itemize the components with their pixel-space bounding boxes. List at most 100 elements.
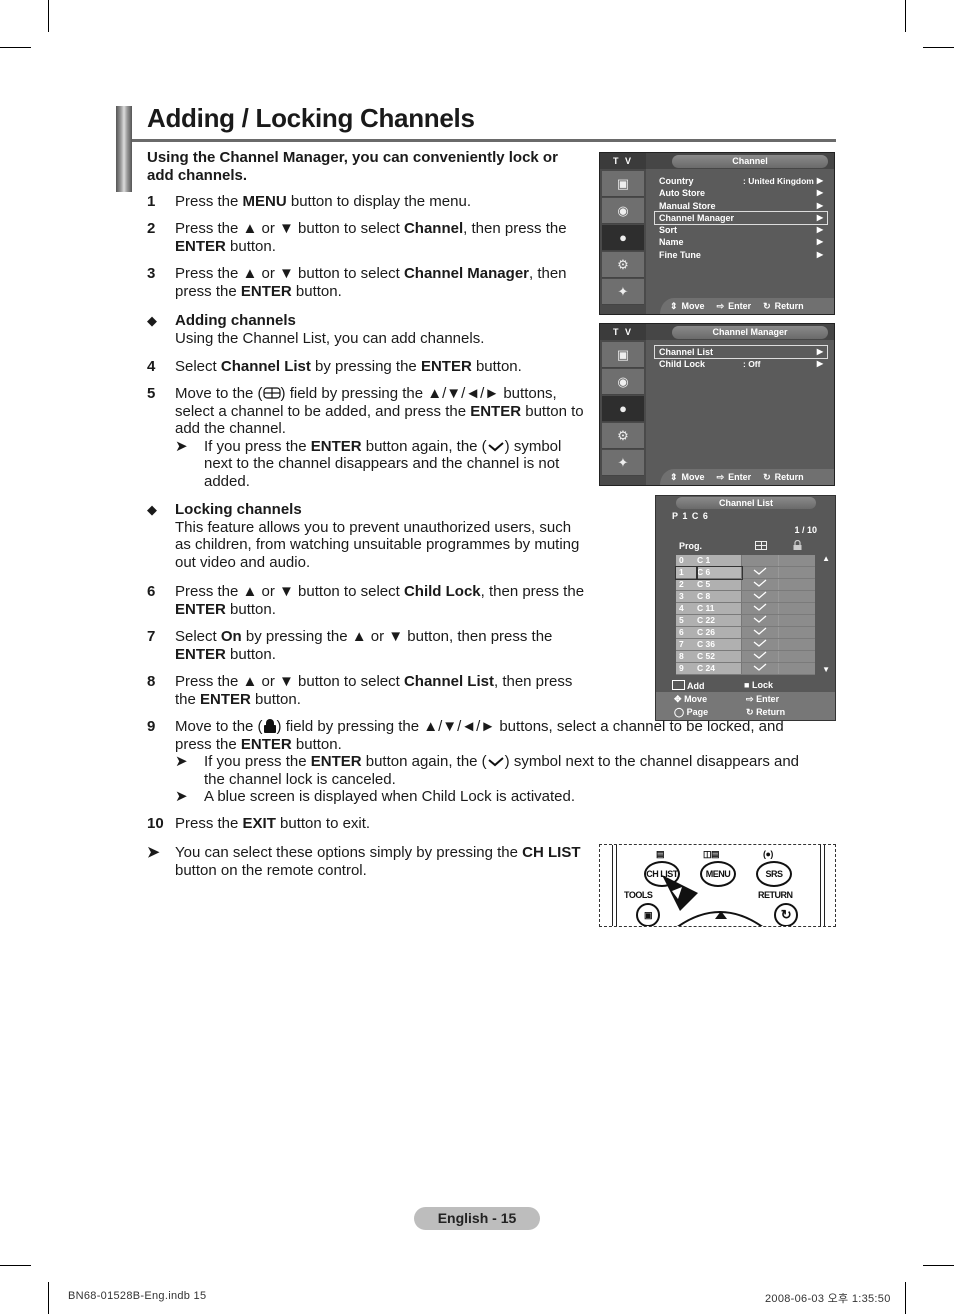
lock-cell[interactable] bbox=[778, 590, 815, 603]
step-2: 2 Press the ▲ or ▼ button to select Chann… bbox=[147, 220, 587, 255]
step-8: 8 Press the ▲ or ▼ button to select Chann… bbox=[147, 673, 587, 708]
submenu-arrow-icon: ▶ bbox=[816, 176, 823, 185]
osd-menu-item[interactable]: Country: United Kingdom ▶ bbox=[655, 175, 827, 187]
scroll-down-icon[interactable]: ▼ bbox=[822, 665, 830, 674]
channel-row[interactable]: 7C 36 bbox=[676, 638, 815, 651]
ch-list-symbol-icon: ▤ bbox=[656, 849, 665, 859]
lock-cell[interactable] bbox=[778, 578, 815, 591]
osd-menu-item[interactable]: Sort ▶ bbox=[655, 224, 827, 236]
move-icon: ⇕ bbox=[670, 301, 678, 311]
picture-icon: ▣ bbox=[602, 171, 644, 197]
title-divider bbox=[132, 139, 836, 142]
lock-cell[interactable] bbox=[778, 650, 815, 663]
osd-menu-item[interactable]: Name ▶ bbox=[655, 236, 827, 248]
lock-legend: ■ Lock bbox=[744, 680, 773, 690]
channel-row[interactable]: 9C 24 bbox=[676, 662, 815, 675]
footer-return-label: Return bbox=[774, 301, 804, 311]
footer-move-label: Move bbox=[681, 472, 705, 482]
step-3: 3 Press the ▲ or ▼ button to select Chann… bbox=[147, 265, 587, 300]
add-cell[interactable] bbox=[741, 590, 779, 603]
lock-cell[interactable] bbox=[778, 555, 815, 567]
crop-mark bbox=[905, 1282, 906, 1314]
prog-number: 7 bbox=[676, 638, 697, 651]
add-legend-label: Add bbox=[687, 681, 705, 691]
osd-menu-item[interactable]: Auto Store ▶ bbox=[655, 187, 827, 199]
tools-button[interactable]: ▣ bbox=[636, 903, 660, 926]
step-9: 9 Move to the () field by pressing the ▲/… bbox=[147, 718, 827, 806]
add-cell[interactable] bbox=[741, 602, 779, 615]
channel-list-legend: Add ■ Lock bbox=[672, 680, 832, 691]
note-text: If you press the ENTER button again, the… bbox=[204, 753, 800, 788]
check-icon bbox=[753, 591, 767, 599]
osd-sidebar: T V ▣ ◉ ● ⚙ ✦ bbox=[600, 324, 646, 485]
remote-control-illustration: ▤ ◫▤ (●) CH LIST MENU SRS TOOLS RETURN ▣… bbox=[599, 844, 836, 927]
submenu-arrow-icon: ▶ bbox=[816, 359, 823, 369]
nav-enter-label: Enter bbox=[756, 694, 780, 704]
channel-row[interactable]: 3C 8 bbox=[676, 590, 815, 603]
add-cell[interactable] bbox=[741, 650, 779, 663]
channel-row[interactable]: 0C 1 bbox=[676, 555, 815, 567]
osd-menu-item[interactable]: Channel List ▶ bbox=[654, 344, 828, 360]
add-cell[interactable] bbox=[741, 578, 779, 591]
lock-column-icon bbox=[793, 540, 802, 550]
osd-menu-item[interactable]: Channel Manager ▶ bbox=[654, 210, 828, 226]
footer-return-label: Return bbox=[774, 472, 804, 482]
sound-icon: ◉ bbox=[602, 369, 644, 395]
lock-cell[interactable] bbox=[778, 638, 815, 651]
page-indicator: 1 / 10 bbox=[794, 525, 817, 535]
check-icon bbox=[753, 651, 767, 659]
osd-item-label: Manual Store bbox=[659, 200, 716, 211]
lock-cell[interactable] bbox=[778, 602, 815, 615]
osd-menu-item[interactable]: Fine Tune ▶ bbox=[655, 249, 827, 261]
srs-button[interactable]: SRS bbox=[756, 861, 792, 887]
lock-cell[interactable] bbox=[778, 614, 815, 627]
enter-icon: ⇨ bbox=[746, 694, 754, 704]
osd-title: Channel bbox=[672, 155, 828, 168]
channel-row[interactable]: 2C 5 bbox=[676, 578, 815, 591]
add-cell[interactable] bbox=[741, 626, 779, 639]
osd-menu-item[interactable]: Child Lock: Off ▶ bbox=[655, 358, 827, 370]
locking-channels-section: ◆ Locking channels This feature allows you… bbox=[147, 501, 587, 571]
osd-sidebar: T V ▣ ◉ ● ⚙ ✦ bbox=[600, 153, 646, 314]
osd-footer: ⇕ Move ⇨ Enter ↻ Return bbox=[660, 469, 834, 485]
step-text: Move to the () field by pressing the ▲/▼… bbox=[175, 385, 587, 490]
nav-move-label: Move bbox=[684, 694, 708, 704]
input-plug-icon: ✦ bbox=[602, 450, 644, 476]
osd-menu-item[interactable]: Manual Store ▶ bbox=[655, 200, 827, 212]
channel-row[interactable]: 1C 6 bbox=[675, 565, 815, 580]
step-number: 7 bbox=[147, 628, 156, 645]
osd-source-label: T V bbox=[600, 324, 646, 340]
crop-mark bbox=[923, 47, 954, 48]
channel-row[interactable]: 8C 52 bbox=[676, 650, 815, 663]
submenu-arrow-icon: ▶ bbox=[816, 212, 823, 222]
submenu-arrow-icon: ▶ bbox=[816, 200, 823, 210]
step-text: Select Channel List by pressing the ENTE… bbox=[175, 358, 522, 375]
remote-edge bbox=[820, 845, 825, 926]
lock-cell[interactable] bbox=[778, 662, 815, 675]
channel-row[interactable]: 6C 26 bbox=[676, 626, 815, 639]
lock-cell[interactable] bbox=[778, 566, 815, 579]
channel-row[interactable]: 4C 11 bbox=[676, 602, 815, 615]
step-number: 8 bbox=[147, 673, 156, 690]
channel-name: C 11 bbox=[697, 602, 742, 615]
add-cell[interactable] bbox=[741, 555, 779, 567]
note: ➤ A blue screen is displayed when Child L… bbox=[175, 788, 820, 806]
step-7: 7 Select On by pressing the ▲ or ▼ button… bbox=[147, 628, 587, 663]
scroll-up-icon[interactable]: ▲ bbox=[822, 554, 830, 563]
add-cell[interactable] bbox=[741, 638, 779, 651]
step-text: Select On by pressing the ▲ or ▼ button,… bbox=[175, 628, 553, 663]
add-cell[interactable] bbox=[741, 614, 779, 627]
lock-cell[interactable] bbox=[778, 626, 815, 639]
channel-name: C 6 bbox=[696, 565, 743, 580]
check-icon bbox=[488, 757, 504, 767]
add-cell[interactable] bbox=[741, 662, 779, 675]
channel-row[interactable]: 5C 22 bbox=[676, 614, 815, 627]
return-button[interactable]: ↻ bbox=[774, 903, 798, 926]
step-5: 5 Move to the () field by pressing the ▲/… bbox=[147, 385, 587, 490]
channel-name: C 36 bbox=[697, 638, 742, 651]
step-4: 4 Select Channel List by pressing the ENT… bbox=[147, 358, 587, 376]
menu-button[interactable]: MENU bbox=[700, 861, 736, 887]
osd-channel-list: Channel List P 1 C 6 1 / 10 Prog. 0C 11C… bbox=[655, 495, 836, 721]
submenu-arrow-icon: ▶ bbox=[816, 225, 823, 235]
add-cell[interactable] bbox=[741, 566, 779, 579]
